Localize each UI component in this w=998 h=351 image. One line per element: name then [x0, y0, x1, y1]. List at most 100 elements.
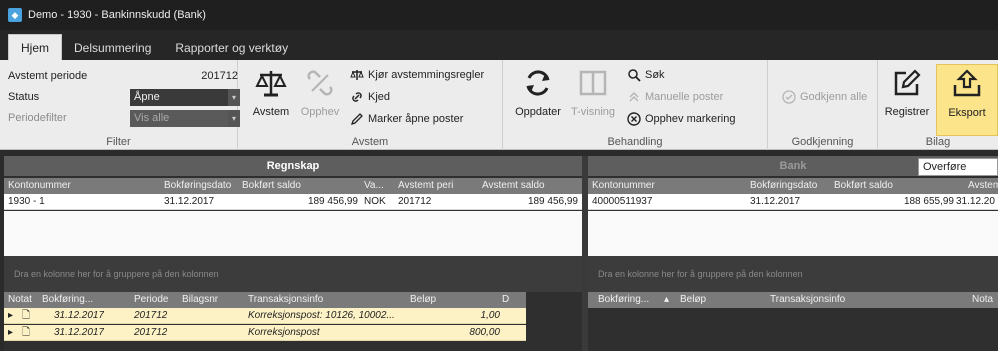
- filter-group: Avstemt periode 201712 Status Åpne ▾ Per…: [0, 60, 240, 150]
- col-valuta[interactable]: Va...: [364, 178, 384, 194]
- marker-apne-poster-button[interactable]: Marker åpne poster: [350, 110, 463, 128]
- col-belop[interactable]: Beløp: [680, 292, 706, 308]
- status-select[interactable]: Åpne ▾: [130, 89, 240, 106]
- opphev-markering-label: Opphev markering: [645, 113, 736, 125]
- tab-hjem[interactable]: Hjem: [8, 34, 63, 60]
- bank-panel: Bank Kontonummer Bokføringsdato Bokført …: [588, 156, 998, 351]
- sok-label: Søk: [645, 69, 665, 81]
- check-circle-icon: [782, 90, 796, 104]
- avstem-group-label: Avstem: [351, 136, 389, 148]
- table-row[interactable]: 1930 - 1 31.12.2017 189 456,99 NOK 20171…: [4, 194, 582, 210]
- col-bokfort-saldo[interactable]: Bokført saldo: [834, 178, 893, 194]
- table-row[interactable]: ▸ 🗋 31.12.2017 201712 Korreksjonspost 80…: [4, 325, 526, 341]
- row-expand-icon[interactable]: ▸: [8, 325, 13, 341]
- app-icon: ◆: [8, 8, 22, 22]
- regnskap-tx-header: Notat Bokføring... Periode Bilagsnr Tran…: [4, 292, 526, 308]
- table-row[interactable]: ▸ 🗋 31.12.2017 201712 Korreksjonspost: 1…: [4, 308, 526, 324]
- registrer-label: Registrer: [884, 106, 930, 118]
- periodefilter-select[interactable]: Vis alle ▾: [130, 110, 240, 127]
- opphev-label: Opphev: [300, 106, 340, 118]
- tab-delsummering[interactable]: Delsummering: [62, 36, 163, 60]
- avstem-label: Avstem: [252, 106, 290, 118]
- t-visning-button[interactable]: T-visning: [567, 66, 619, 118]
- tab-rapporter[interactable]: Rapporter og verktøy: [163, 36, 300, 60]
- avstemt-periode-value: 201712: [201, 70, 238, 82]
- registrer-button[interactable]: Registrer: [880, 66, 934, 118]
- col-transaksjonsinfo[interactable]: Transaksjonsinfo: [770, 292, 845, 308]
- col-tx-bokforing[interactable]: Bokføring...: [598, 292, 649, 308]
- eksport-button[interactable]: Eksport: [936, 64, 998, 136]
- col-bokforingsdato[interactable]: Bokføringsdato: [164, 178, 231, 194]
- godkjenn-label: Godkjenn alle: [800, 91, 868, 103]
- col-belop[interactable]: Beløp: [410, 292, 436, 308]
- columns-icon: [579, 70, 607, 96]
- col-bokfort-saldo[interactable]: Bokført saldo: [242, 178, 301, 194]
- note-icon[interactable]: 🗋: [22, 308, 30, 324]
- kjor-avstemmingsregler-button[interactable]: Kjør avstemmingsregler: [350, 66, 484, 84]
- col-notat[interactable]: Notat: [8, 292, 32, 308]
- col-bilagsnr[interactable]: Bilagsnr: [182, 292, 218, 308]
- ribbon: Avstemt periode 201712 Status Åpne ▾ Per…: [0, 60, 998, 150]
- regnskap-title: Regnskap: [4, 156, 582, 176]
- status-select-value: Åpne: [134, 91, 160, 103]
- godkjenn-alle-button[interactable]: Godkjenn alle: [782, 88, 867, 106]
- behandling-group-label: Behandling: [607, 136, 663, 148]
- pen-icon: [350, 113, 363, 126]
- sort-asc-icon[interactable]: ▴: [664, 292, 669, 308]
- note-icon[interactable]: 🗋: [22, 325, 30, 341]
- opphev-button[interactable]: Opphev: [296, 66, 344, 118]
- col-nota[interactable]: Nota: [972, 292, 993, 308]
- col-bokforingsdato[interactable]: Bokføringsdato: [750, 178, 817, 194]
- col-kontonummer[interactable]: Kontonummer: [8, 178, 71, 194]
- regnskap-group-hint[interactable]: Dra en kolonne her for å gruppere på den…: [4, 256, 582, 292]
- bank-group-hint[interactable]: Dra en kolonne her for å gruppere på den…: [588, 256, 998, 292]
- kjor-label: Kjør avstemmingsregler: [368, 69, 485, 81]
- ribbon-tabs: Hjem Delsummering Rapporter og verktøy: [0, 30, 998, 60]
- regnskap-grid-header: Kontonummer Bokføringsdato Bokført saldo…: [4, 178, 582, 194]
- kjed-label: Kjed: [368, 91, 391, 103]
- avstem-group: Avstem Opphev Kjør avstemmingsregler Kje…: [238, 60, 503, 150]
- refresh-icon: [526, 70, 550, 96]
- col-transaksjonsinfo[interactable]: Transaksjonsinfo: [248, 292, 323, 308]
- kjed-button[interactable]: Kjed: [350, 88, 390, 106]
- godkjenning-group-label: Godkjenning: [791, 136, 854, 148]
- col-periode[interactable]: Periode: [134, 292, 168, 308]
- avstemt-periode-label: Avstemt periode: [8, 70, 88, 82]
- status-label: Status: [8, 91, 40, 103]
- col-avstemt[interactable]: Avstemt: [968, 178, 998, 194]
- periodefilter-label: Periodefilter: [8, 112, 67, 124]
- bank-grid-header: Kontonummer Bokføringsdato Bokført saldo…: [588, 178, 998, 194]
- row-expand-icon[interactable]: ▸: [8, 308, 13, 324]
- regnskap-grid-empty-area: [4, 211, 582, 256]
- window-title: Demo - 1930 - Bankinnskudd (Bank): [28, 9, 206, 21]
- manuelle-label: Manuelle poster: [645, 91, 724, 103]
- oppdater-button[interactable]: Oppdater: [511, 66, 565, 118]
- manuelle-poster-button[interactable]: Manuelle poster: [627, 88, 723, 106]
- godkjenning-group: Godkjenn alle Godkjenning: [768, 60, 878, 150]
- col-kontonummer[interactable]: Kontonummer: [592, 178, 655, 194]
- close-circle-icon: [627, 112, 641, 126]
- avstem-button[interactable]: Avstem: [248, 66, 294, 118]
- chevrons-up-icon: [629, 92, 639, 102]
- bank-grid-empty-area: [588, 211, 998, 256]
- search-icon: [628, 69, 641, 82]
- sok-button[interactable]: Søk: [627, 66, 665, 84]
- bilag-group-label: Bilag: [925, 136, 951, 148]
- scale-icon: [255, 71, 287, 97]
- title-bar: ◆ Demo - 1930 - Bankinnskudd (Bank): [0, 0, 998, 30]
- oppdater-label: Oppdater: [515, 106, 561, 118]
- col-avstemt-periode[interactable]: Avstemt peri: [398, 178, 453, 194]
- table-row[interactable]: 40000511937 31.12.2017 188 655,99 31.12.…: [588, 194, 998, 210]
- t-visning-label: T-visning: [570, 106, 616, 118]
- regnskap-panel: Regnskap Kontonummer Bokføringsdato Bokf…: [4, 156, 582, 351]
- col-d[interactable]: D: [502, 292, 509, 308]
- unlink-icon: [307, 70, 333, 96]
- filter-group-label: Filter: [106, 136, 131, 148]
- col-tx-bokforing[interactable]: Bokføring...: [42, 292, 93, 308]
- col-avstemt-saldo[interactable]: Avstemt saldo: [482, 178, 545, 194]
- overfore-button[interactable]: Overføre: [918, 158, 998, 176]
- bank-tx-header: Bokføring... ▴ Beløp Transaksjonsinfo No…: [588, 292, 998, 308]
- opphev-markering-button[interactable]: Opphev markering: [627, 110, 736, 128]
- eksport-label: Eksport: [948, 107, 986, 119]
- marker-label: Marker åpne poster: [368, 113, 464, 125]
